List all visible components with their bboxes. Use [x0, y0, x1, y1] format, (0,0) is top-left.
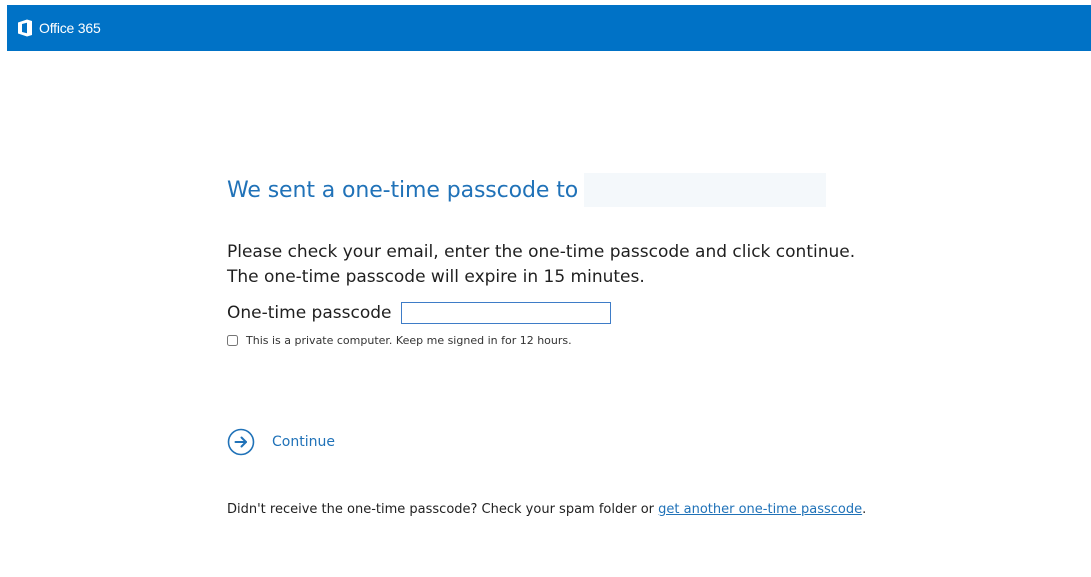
- resend-prefix: Didn't receive the one-time passcode? Ch…: [227, 502, 659, 517]
- continue-label[interactable]: Continue: [272, 434, 335, 450]
- keep-signed-in-label[interactable]: This is a private computer. Keep me sign…: [246, 334, 572, 347]
- resend-suffix: .: [862, 502, 867, 517]
- brand[interactable]: Office 365: [17, 19, 101, 37]
- keep-signed-in-checkbox[interactable]: [227, 335, 238, 346]
- redacted-email: [584, 173, 827, 207]
- resend-message: Didn't receive the one-time passcode? Ch…: [227, 500, 867, 520]
- page-heading: We sent a one-time passcode to: [227, 173, 827, 207]
- instructions-line-2: The one-time passcode will expire in 15 …: [227, 267, 645, 287]
- page-title: We sent a one-time passcode to: [227, 177, 579, 203]
- office-logo-icon: [18, 19, 32, 37]
- get-another-passcode-link[interactable]: get another one-time passcode: [658, 502, 862, 517]
- passcode-label: One-time passcode: [227, 303, 392, 323]
- passcode-row: One-time passcode: [227, 302, 612, 324]
- continue-button[interactable]: Continue: [227, 428, 335, 456]
- keep-signed-in-row: This is a private computer. Keep me sign…: [227, 334, 572, 347]
- passcode-input[interactable]: [401, 302, 612, 324]
- top-bar: Office 365: [7, 5, 1091, 51]
- brand-name: Office 365: [39, 20, 101, 36]
- instructions-line-1: Please check your email, enter the one-t…: [227, 242, 856, 262]
- instructions: Please check your email, enter the one-t…: [227, 240, 855, 290]
- arrow-right-circle-icon[interactable]: [227, 428, 255, 456]
